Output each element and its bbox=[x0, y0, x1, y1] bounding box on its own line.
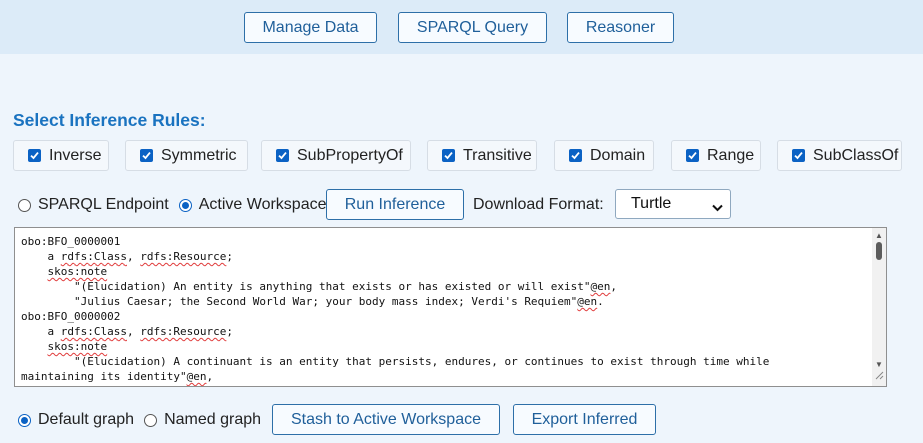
rule-range[interactable]: Range bbox=[671, 140, 761, 171]
rule-symmetric[interactable]: Symmetric bbox=[125, 140, 248, 171]
checkbox-checked-icon[interactable] bbox=[28, 149, 41, 162]
export-inferred-button[interactable]: Export Inferred bbox=[513, 404, 656, 435]
rule-label: Transitive bbox=[463, 146, 532, 164]
rule-inverse[interactable]: Inverse bbox=[13, 140, 109, 171]
rule-subpropertyof[interactable]: SubPropertyOf bbox=[261, 140, 411, 171]
checkbox-checked-icon[interactable] bbox=[686, 149, 699, 162]
top-nav: Manage Data SPARQL Query Reasoner bbox=[0, 0, 923, 54]
sparql-query-button[interactable]: SPARQL Query bbox=[398, 12, 547, 43]
radio-default-graph[interactable] bbox=[18, 413, 31, 427]
rule-transitive[interactable]: Transitive bbox=[427, 140, 537, 171]
output-text: obo:BFO_0000001 a rdfs:Class, rdfs:Resou… bbox=[21, 235, 770, 386]
rule-label: Symmetric bbox=[161, 146, 237, 164]
rule-label: SubClassOf bbox=[813, 146, 899, 164]
default-graph-label: Default graph bbox=[38, 411, 135, 428]
checkbox-checked-icon[interactable] bbox=[792, 149, 805, 162]
named-graph-label: Named graph bbox=[164, 411, 262, 428]
checkbox-checked-icon[interactable] bbox=[569, 149, 582, 162]
rule-domain[interactable]: Domain bbox=[554, 140, 654, 171]
stash-to-workspace-button[interactable]: Stash to Active Workspace bbox=[272, 404, 500, 435]
manage-data-button[interactable]: Manage Data bbox=[244, 12, 377, 43]
active-workspace-label: Active Workspace bbox=[198, 196, 327, 213]
radio-active-workspace[interactable] bbox=[178, 198, 192, 212]
run-inference-button[interactable]: Run Inference bbox=[326, 189, 464, 220]
reasoner-button[interactable]: Reasoner bbox=[567, 12, 674, 43]
resize-handle-icon[interactable] bbox=[874, 367, 884, 385]
sparql-endpoint-label: SPARQL Endpoint bbox=[38, 196, 169, 213]
checkbox-checked-icon[interactable] bbox=[276, 149, 289, 162]
vertical-scrollbar[interactable]: ▲ ▼ bbox=[872, 228, 886, 386]
rule-label: SubPropertyOf bbox=[297, 146, 403, 164]
chevron-down-icon bbox=[712, 199, 723, 217]
source-selector: SPARQL Endpoint Active Workspace bbox=[18, 196, 327, 214]
checkbox-checked-icon[interactable] bbox=[140, 149, 153, 162]
inference-rules-title: Select Inference Rules: bbox=[13, 110, 206, 130]
checkbox-checked-icon[interactable] bbox=[442, 149, 455, 162]
download-format-label: Download Format: bbox=[473, 196, 604, 213]
scroll-up-icon[interactable]: ▲ bbox=[875, 232, 883, 240]
rule-label: Range bbox=[707, 146, 755, 164]
radio-named-graph[interactable] bbox=[144, 413, 158, 427]
download-format-value: Turtle bbox=[631, 195, 672, 212]
rule-subclassof[interactable]: SubClassOf bbox=[777, 140, 902, 171]
download-format-select[interactable]: Turtle bbox=[615, 189, 731, 219]
scroll-thumb[interactable] bbox=[876, 242, 882, 260]
rule-label: Domain bbox=[590, 146, 646, 164]
graph-selector: Default graph Named graph bbox=[18, 411, 261, 429]
inference-output[interactable]: obo:BFO_0000001 a rdfs:Class, rdfs:Resou… bbox=[14, 227, 887, 387]
radio-sparql-endpoint[interactable] bbox=[18, 198, 31, 212]
rule-label: Inverse bbox=[49, 146, 102, 164]
